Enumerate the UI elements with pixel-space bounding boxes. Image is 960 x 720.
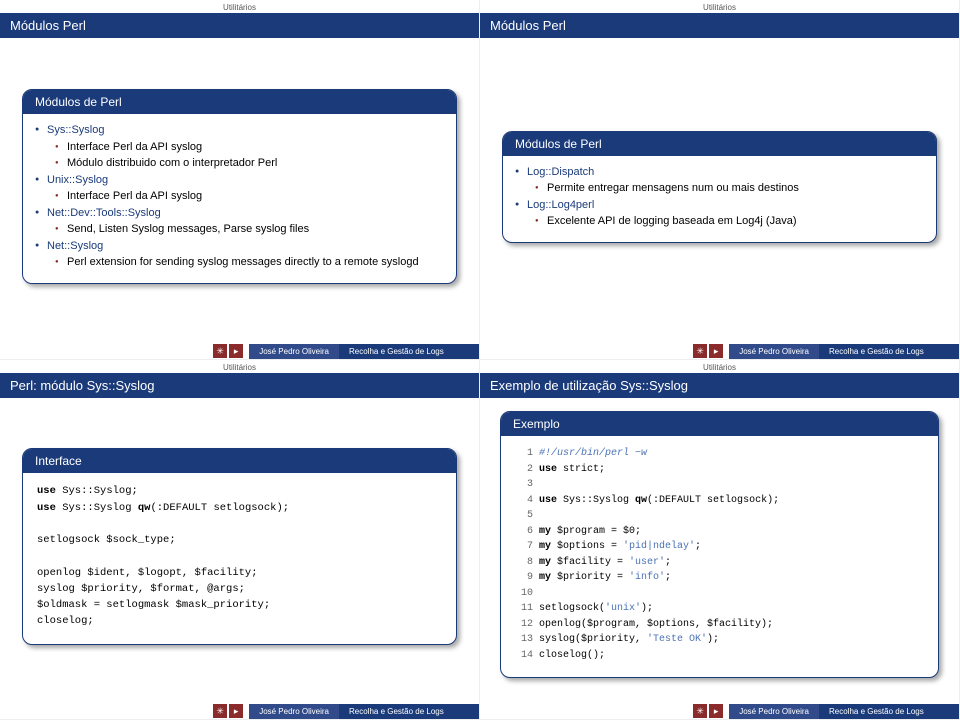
footer-title: Recolha e Gestão de Logs	[819, 344, 959, 359]
sub-item: Interface Perl da API syslog	[55, 188, 444, 205]
top-nav: Utilitários	[0, 0, 479, 13]
content: Módulos de Perl Sys::Syslog Interface Pe…	[0, 38, 479, 343]
info-box: Módulos de Perl Log::Dispatch Permite en…	[502, 131, 937, 243]
arrow-icon: ▸	[229, 704, 243, 718]
item-sys: Sys::Syslog	[47, 124, 104, 136]
arrow-icon: ▸	[709, 704, 723, 718]
slide-3: Utilitários Perl: módulo Sys::Syslog Int…	[0, 360, 480, 720]
arrow-icon: ▸	[709, 344, 723, 358]
footer-icons: ✳ ▸	[213, 704, 243, 718]
sub-item: Módulo distribuido com o interpretador P…	[55, 155, 444, 172]
box-header: Exemplo	[501, 412, 938, 436]
star-icon: ✳	[213, 344, 227, 358]
footer-title: Recolha e Gestão de Logs	[339, 344, 479, 359]
sub-item: Permite entregar mensagens num ou mais d…	[535, 180, 924, 197]
star-icon: ✳	[213, 704, 227, 718]
box-body: Sys::Syslog Interface Perl da API syslog…	[23, 114, 456, 283]
box-body: Log::Dispatch Permite entregar mensagens…	[503, 156, 936, 242]
content: Exemplo 1#!/usr/bin/perl −w 2use strict;…	[480, 398, 959, 703]
nav-item: Utilitários	[697, 2, 742, 13]
footer-author: José Pedro Oliveira	[249, 704, 339, 719]
slide-1: Utilitários Módulos Perl Módulos de Perl…	[0, 0, 480, 360]
box-header: Interface	[23, 449, 456, 473]
slide-title: Módulos Perl	[0, 13, 479, 38]
footer-author: José Pedro Oliveira	[729, 344, 819, 359]
footer-icons: ✳ ▸	[213, 344, 243, 358]
footer: ✳ ▸ José Pedro Oliveira Recolha e Gestão…	[0, 343, 479, 359]
top-nav: Utilitários	[480, 0, 959, 13]
box-header: Módulos de Perl	[503, 132, 936, 156]
code-body: use Sys::Syslog; use Sys::Syslog qw(:DEF…	[23, 473, 456, 643]
footer-icons: ✳ ▸	[693, 344, 723, 358]
item-dev: Net::Dev::Tools::Syslog	[47, 207, 161, 219]
top-nav: Utilitários	[0, 360, 479, 373]
box-header: Módulos de Perl	[23, 90, 456, 114]
top-nav: Utilitários	[480, 360, 959, 373]
item-log4perl: Log::Log4perl	[527, 199, 594, 211]
slide-title: Exemplo de utilização Sys::Syslog	[480, 373, 959, 398]
slide-title: Módulos Perl	[480, 13, 959, 38]
arrow-icon: ▸	[229, 344, 243, 358]
footer-author: José Pedro Oliveira	[729, 704, 819, 719]
footer-author: José Pedro Oliveira	[249, 344, 339, 359]
nav-item: Utilitários	[217, 2, 262, 13]
content: Módulos de Perl Log::Dispatch Permite en…	[480, 38, 959, 343]
sub-item: Interface Perl da API syslog	[55, 139, 444, 156]
info-box: Módulos de Perl Sys::Syslog Interface Pe…	[22, 89, 457, 284]
footer-title: Recolha e Gestão de Logs	[819, 704, 959, 719]
code-box: Exemplo 1#!/usr/bin/perl −w 2use strict;…	[500, 411, 939, 678]
star-icon: ✳	[693, 344, 707, 358]
nav-item: Utilitários	[697, 362, 742, 373]
item-net: Net::Syslog	[47, 240, 103, 252]
sub-item: Perl extension for sending syslog messag…	[55, 254, 444, 271]
item-unix: Unix::Syslog	[47, 174, 108, 186]
footer: ✳ ▸ José Pedro Oliveira Recolha e Gestão…	[0, 703, 479, 719]
sub-item: Excelente API de logging baseada em Log4…	[535, 213, 924, 230]
code-body: 1#!/usr/bin/perl −w 2use strict; 3 4use …	[501, 436, 938, 677]
content: Interface use Sys::Syslog; use Sys::Sysl…	[0, 398, 479, 703]
item-dispatch: Log::Dispatch	[527, 166, 594, 178]
slide-2: Utilitários Módulos Perl Módulos de Perl…	[480, 0, 960, 360]
code-box: Interface use Sys::Syslog; use Sys::Sysl…	[22, 448, 457, 644]
footer: ✳ ▸ José Pedro Oliveira Recolha e Gestão…	[480, 703, 959, 719]
footer-icons: ✳ ▸	[693, 704, 723, 718]
sub-item: Send, Listen Syslog messages, Parse sysl…	[55, 221, 444, 238]
nav-item: Utilitários	[217, 362, 262, 373]
footer: ✳ ▸ José Pedro Oliveira Recolha e Gestão…	[480, 343, 959, 359]
star-icon: ✳	[693, 704, 707, 718]
slide-4: Utilitários Exemplo de utilização Sys::S…	[480, 360, 960, 720]
footer-title: Recolha e Gestão de Logs	[339, 704, 479, 719]
slide-title: Perl: módulo Sys::Syslog	[0, 373, 479, 398]
